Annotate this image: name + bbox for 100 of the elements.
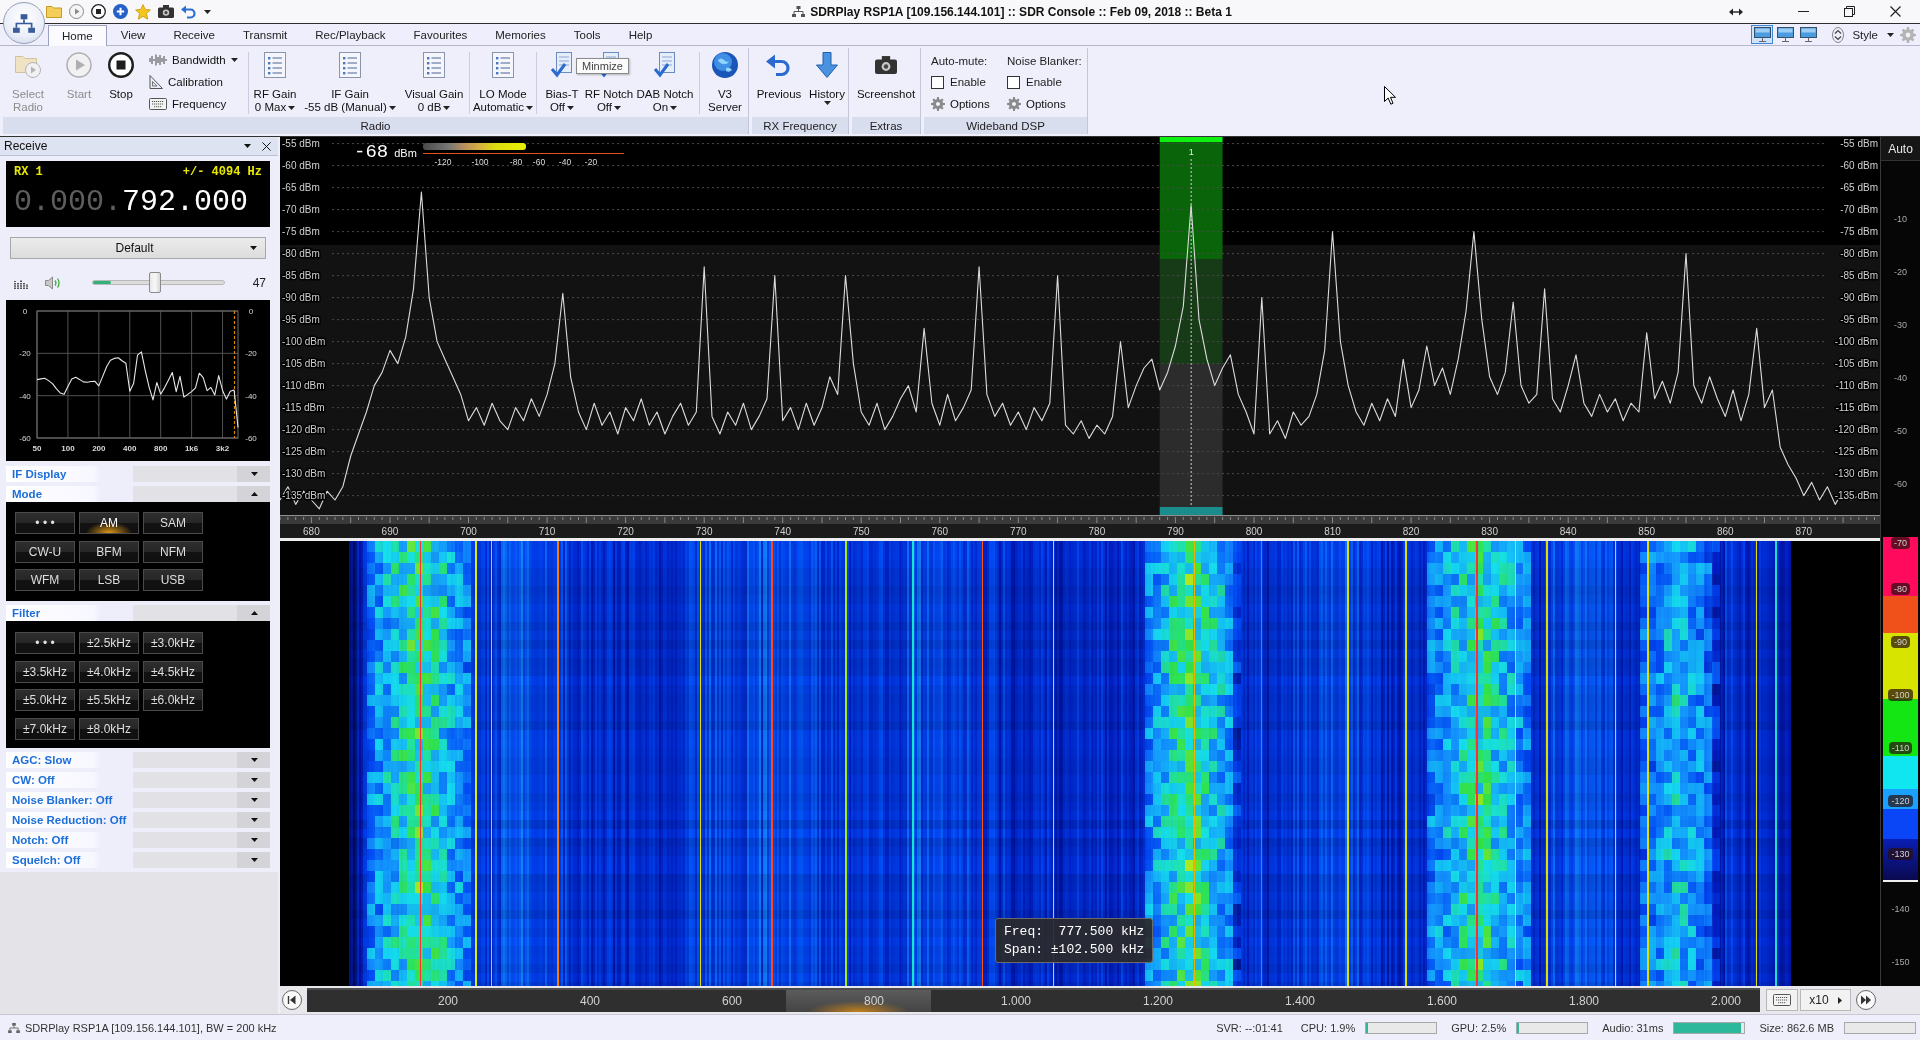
axis-label: 750 [852, 526, 870, 537]
ribbon-tab[interactable]: Memories [481, 25, 560, 44]
stop-icon[interactable] [91, 4, 106, 19]
star-icon[interactable] [135, 3, 151, 20]
restore-icon[interactable] [1843, 6, 1855, 17]
stop-button[interactable]: Stop [105, 50, 137, 116]
frequency-button[interactable]: Frequency [149, 93, 245, 115]
preset-dropdown[interactable]: Default [10, 237, 266, 259]
ribbon-tab[interactable]: Favourites [399, 25, 482, 44]
mode-button[interactable]: ±5.0kHz [15, 689, 75, 711]
section-header[interactable]: Noise Blanker: Off [6, 792, 270, 808]
speaker-icon[interactable] [45, 275, 62, 290]
v3-server-button[interactable]: V3 Server [703, 50, 747, 116]
close-icon[interactable] [1889, 6, 1901, 17]
axis-label: 800 [154, 444, 168, 453]
zoom-button[interactable]: x10 [1800, 989, 1851, 1011]
axis-label: -20 [245, 349, 257, 359]
mode-button[interactable]: ±7.0kHz [15, 717, 75, 740]
checkbox[interactable] [1007, 75, 1020, 89]
mode-button[interactable]: ±4.0kHz [79, 660, 139, 683]
lo-mode-button[interactable]: LO Mode Automatic [473, 50, 533, 116]
slider-thumb[interactable] [148, 272, 161, 293]
scale-label: -130 [1888, 847, 1913, 860]
section-header[interactable]: Filter [6, 605, 270, 621]
axis-label: -90 dBm [1840, 292, 1878, 304]
meter-scale-label: -20 [584, 157, 598, 167]
axis-label: -130 dBm [1834, 468, 1878, 480]
mode-button[interactable]: NFM [143, 540, 203, 563]
ribbon-tab[interactable]: View [106, 25, 160, 44]
mode-button[interactable]: ±3.5kHz [15, 660, 75, 683]
history-button[interactable]: History [806, 50, 848, 116]
mode-button[interactable]: CW-U [15, 540, 75, 563]
ribbon-tab[interactable]: Rec/Playback [301, 25, 400, 44]
if-gain-button[interactable]: IF Gain -55 dB (Manual) [298, 50, 402, 116]
layout-button[interactable] [1797, 25, 1820, 44]
mode-button[interactable]: ±5.5kHz [79, 689, 139, 711]
mode-button[interactable]: ±6.0kHz [143, 689, 203, 711]
mode-button[interactable]: ±4.5kHz [143, 660, 203, 683]
options-button[interactable]: Options [931, 93, 990, 115]
screenshot-button[interactable]: Screenshot [852, 50, 920, 116]
band-overview-track[interactable]: 200 400 600 800 1.000 1.200 1.400 1.600 1.800 2.000 [307, 988, 1760, 1012]
axis-label: 860 [1716, 526, 1734, 537]
ribbon-tab[interactable]: Help [614, 25, 667, 44]
mode-button[interactable]: SAM [143, 512, 203, 534]
layout-button[interactable] [1774, 25, 1797, 44]
style-menu[interactable]: Style [1848, 28, 1900, 41]
mode-button[interactable]: USB [143, 569, 203, 591]
dab-notch-button[interactable]: DAB Notch On [634, 50, 696, 116]
plus-icon[interactable] [113, 4, 128, 19]
mode-button[interactable]: ±2.5kHz [79, 632, 139, 654]
section-header[interactable]: Notch: Off [6, 832, 270, 848]
section-header[interactable]: Noise Reduction: Off [6, 812, 270, 828]
ribbon-tab[interactable]: Receive [159, 25, 229, 44]
status-text: CPU: 1.9% [1300, 1021, 1356, 1034]
caret-icon[interactable] [204, 9, 211, 14]
rf-gain-button[interactable]: RF Gain 0 Max [252, 50, 298, 116]
mode-button[interactable]: • • • [15, 512, 75, 534]
caret-icon[interactable] [244, 144, 251, 148]
ribbon-tab[interactable]: Home [48, 25, 107, 46]
axis-label: -100 dBm [282, 336, 326, 348]
mode-button[interactable]: BFM [79, 540, 139, 563]
ribbon-tab[interactable]: Transmit [228, 25, 302, 44]
mode-button[interactable]: ±3.0kHz [143, 632, 203, 654]
section-header[interactable]: Mode [6, 486, 270, 502]
axis-label: -20 [19, 349, 31, 359]
network-icon [792, 6, 806, 17]
keyboard-button[interactable] [1766, 989, 1798, 1011]
mode-button[interactable]: LSB [79, 569, 139, 591]
ribbon-tab[interactable]: Tools [559, 25, 615, 44]
minimize-icon[interactable] [1797, 11, 1809, 12]
caret-up-icon [251, 492, 258, 496]
section-header[interactable]: AGC: Slow [6, 752, 270, 768]
checkbox[interactable] [931, 75, 944, 89]
mode-button[interactable]: ±8.0kHz [79, 717, 139, 740]
auto-button[interactable]: Auto [1881, 137, 1920, 161]
calibration-button[interactable]: Calibration [149, 71, 245, 93]
undo-icon[interactable] [181, 4, 197, 19]
camera-icon[interactable] [158, 5, 174, 18]
section-header[interactable]: Squelch: Off [6, 852, 270, 868]
close-icon[interactable] [262, 141, 271, 151]
section-header[interactable]: IF Display [6, 466, 270, 482]
resize-icon[interactable] [1729, 7, 1743, 16]
options-button[interactable]: Options [1007, 93, 1066, 115]
visual-gain-button[interactable]: Visual Gain 0 dB [402, 50, 466, 116]
mode-button[interactable]: • • • [15, 632, 75, 654]
bandwidth-button[interactable]: Bandwidth [149, 49, 245, 71]
previous-button[interactable]: Previous [752, 50, 806, 116]
mode-button[interactable]: WFM [15, 569, 75, 591]
scroll-thumb[interactable] [786, 990, 931, 1012]
filter-passband[interactable] [1159, 137, 1223, 515]
group-label: RX Frequency [752, 117, 848, 134]
play-icon[interactable] [69, 4, 84, 19]
layout-button[interactable] [1751, 25, 1774, 44]
tooltip: Minmize [576, 58, 629, 74]
circle-fast-forward-icon[interactable] [1856, 990, 1876, 1010]
mode-button[interactable]: AM [79, 512, 139, 534]
axis-label: 770 [1010, 526, 1027, 537]
section-header[interactable]: CW: Off [6, 772, 270, 788]
chevrons-icon[interactable] [1832, 26, 1845, 43]
scale-label: -70 [1891, 537, 1910, 549]
